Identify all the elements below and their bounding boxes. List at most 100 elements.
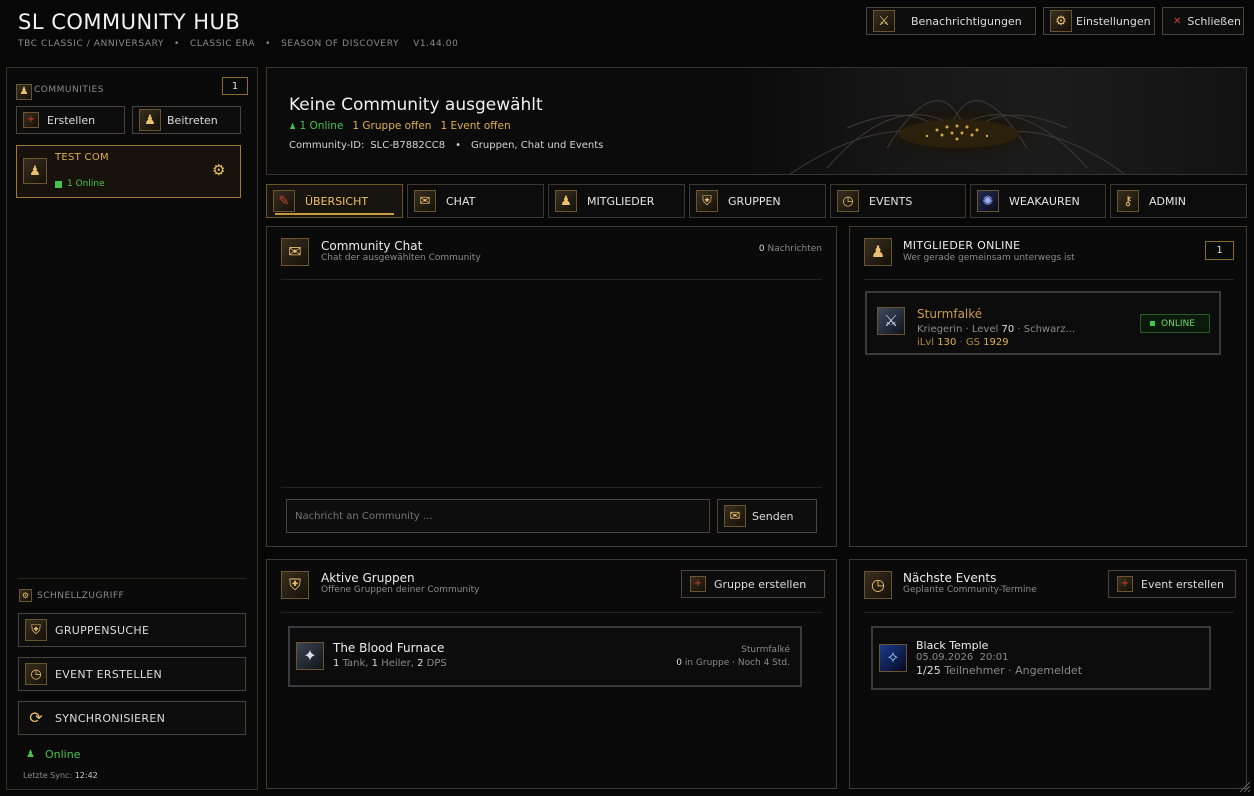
group-search-button[interactable]: ⛨ GRUPPENSUCHE (18, 613, 246, 647)
version-label: v1.44.00 (413, 39, 459, 49)
groups-header-divider (281, 612, 822, 613)
community-name: TEST COM (55, 152, 109, 163)
tab-overview[interactable]: ✎ ÜBERSICHT (266, 184, 403, 218)
warrior-class-icon: ⚔ (877, 307, 905, 335)
member-gear: iLvl 130 · GS 1929 (917, 337, 1009, 348)
banner-stats: ♟ 1 Online 1 Gruppe offen 1 Event offen (289, 120, 511, 132)
groups-panel-icon: ⛨ (281, 571, 309, 599)
dungeon-icon: ✦ (296, 642, 324, 670)
group-status: 0 in Gruppe · Noch 4 Std. (676, 658, 790, 668)
events-panel: ◷ Nächste Events Geplante Community-Term… (849, 559, 1247, 789)
tab-groups[interactable]: ⛨ GRUPPEN (689, 184, 826, 218)
community-item-test-com[interactable]: ♟ TEST COM 1 Online ⚙ (16, 145, 241, 198)
close-icon: ✕ (1173, 15, 1182, 27)
tab-chat[interactable]: ✉ CHAT (407, 184, 544, 218)
tab-members[interactable]: ♟ MITGLIEDER (548, 184, 685, 218)
send-button[interactable]: ✉ Senden (717, 499, 817, 533)
resize-grip-icon[interactable] (1238, 780, 1250, 792)
send-scroll-icon: ✉ (724, 505, 746, 527)
sync-button[interactable]: ⟳ SYNCHRONISIEREN (18, 701, 246, 735)
group-card[interactable]: ✦ The Blood Furnace 1 Tank, 1 Heiler, 2 … (288, 626, 802, 687)
person-icon: ♟ (139, 109, 161, 131)
event-datetime: 05.09.2026 20:01 (916, 652, 1009, 663)
communities-heading: COMMUNITIES (34, 85, 104, 95)
events-subtitle: Geplante Community-Termine (903, 585, 1037, 595)
group-composition: 1 Tank, 1 Heiler, 2 DPS (333, 658, 447, 669)
sync-icon: ⟳ (29, 708, 43, 727)
online-status-badge: ONLINE (1140, 314, 1210, 333)
weakaura-icon: ✺ (977, 190, 999, 212)
groups-panel: ⛨ Aktive Gruppen Offene Gruppen deiner C… (266, 559, 837, 789)
chat-message-input[interactable] (286, 499, 710, 533)
members-subtitle: Wer gerade gemeinsam unterwegs ist (903, 253, 1075, 263)
black-temple-icon: ✧ (879, 644, 907, 672)
banner-community-id: Community-ID: SLC-B7882CC8 • Gruppen, Chat… (289, 140, 604, 151)
tab-admin[interactable]: ⚷ ADMIN (1110, 184, 1247, 218)
admin-key-icon: ⚷ (1117, 190, 1139, 212)
chat-scroll-icon: ✉ (414, 190, 436, 212)
online-person-icon: ♟ (289, 122, 297, 131)
quick-access-heading: SCHNELLZUGRIFF (37, 591, 125, 601)
events-header-divider (864, 612, 1234, 613)
event-card[interactable]: ✧ Black Temple 05.09.2026 20:01 1/25 Tei… (871, 626, 1211, 690)
tab-events[interactable]: ◷ EVENTS (830, 184, 966, 218)
chat-subtitle: Chat der ausgewählten Community (321, 253, 481, 263)
last-sync-label: Letzte Sync: 12:42 (23, 771, 98, 780)
create-event-button[interactable]: ◷ EVENT ERSTELLEN (18, 657, 246, 691)
close-button[interactable]: ✕ Schließen (1162, 7, 1244, 35)
status-label: Online (45, 748, 81, 761)
member-avatar-icon: ♟ (23, 158, 47, 184)
settings-gear-icon[interactable]: ⚙ (212, 161, 225, 179)
chat-messages-area[interactable] (281, 283, 822, 483)
notifications-button[interactable]: ⚔ Benachrichtigungen (866, 7, 1036, 35)
groups-subtitle: Offene Gruppen deiner Community (321, 585, 480, 595)
chat-panel: ✉ Community Chat Chat der ausgewählten C… (266, 226, 837, 547)
sidebar-divider (18, 578, 246, 579)
communities-count: 1 (222, 77, 248, 95)
members-icon: ♟ (555, 190, 577, 212)
create-community-button[interactable]: + Erstellen (16, 106, 125, 134)
clock-icon: ◷ (25, 663, 47, 685)
events-panel-icon: ◷ (864, 571, 892, 599)
group-leader: Sturmfalké (741, 645, 790, 655)
plus-icon: + (23, 112, 39, 128)
groups-title: Aktive Gruppen (321, 571, 415, 585)
groups-icon: ⛨ (696, 190, 718, 212)
app-subtitle: TBC CLASSIC / ANNIVERSARY • CLASSIC ERA • … (18, 39, 459, 49)
group-name: The Blood Furnace (333, 641, 445, 655)
status-person-icon: ♟ (26, 749, 35, 760)
members-title: MITGLIEDER ONLINE (903, 239, 1021, 252)
group-search-icon: ⛨ (25, 619, 47, 641)
chat-input-divider (281, 487, 822, 488)
community-icon: ♟ (16, 84, 32, 100)
lotus-svg (789, 100, 1126, 174)
bell-icon: ⚔ (873, 10, 895, 32)
chat-title: Community Chat (321, 239, 423, 253)
event-participants: 1/25 Teilnehmer · Angemeldet (916, 664, 1083, 677)
member-card[interactable]: ⚔ Sturmfalké Kriegerin · Level 70 · Schw… (865, 291, 1221, 355)
overview-icon: ✎ (273, 190, 295, 212)
quick-access-icon: ⚙ (19, 589, 32, 602)
plus-icon: + (690, 576, 706, 592)
banner-title: Keine Community ausgewählt (289, 95, 543, 115)
chat-header-divider (281, 279, 822, 280)
create-event-panel-button[interactable]: + Event erstellen (1108, 570, 1236, 598)
community-online: 1 Online (67, 179, 105, 189)
members-header-divider (864, 279, 1234, 280)
app-title: SL COMMUNITY HUB (18, 10, 241, 34)
community-banner: Keine Community ausgewählt ♟ 1 Online 1 … (266, 67, 1247, 175)
chat-message-count: 0 Nachrichten (758, 244, 822, 254)
tab-weakauren[interactable]: ✺ WEAKAUREN (970, 184, 1106, 218)
events-clock-icon: ◷ (837, 190, 859, 212)
online-indicator (55, 181, 62, 188)
member-name: Sturmfalké (917, 307, 983, 321)
create-group-button[interactable]: + Gruppe erstellen (681, 570, 825, 598)
member-details: Kriegerin · Level 70 · Schwarz... (917, 324, 1076, 335)
event-name: Black Temple (916, 639, 989, 652)
settings-button[interactable]: ⚙ Einstellungen (1043, 7, 1155, 35)
members-panel: ♟ MITGLIEDER ONLINE Wer gerade gemeinsam… (849, 226, 1247, 547)
lotus-artwork (747, 68, 1246, 174)
plus-icon: + (1117, 576, 1133, 592)
join-community-button[interactable]: ♟ Beitreten (132, 106, 241, 134)
members-panel-icon: ♟ (864, 238, 892, 266)
